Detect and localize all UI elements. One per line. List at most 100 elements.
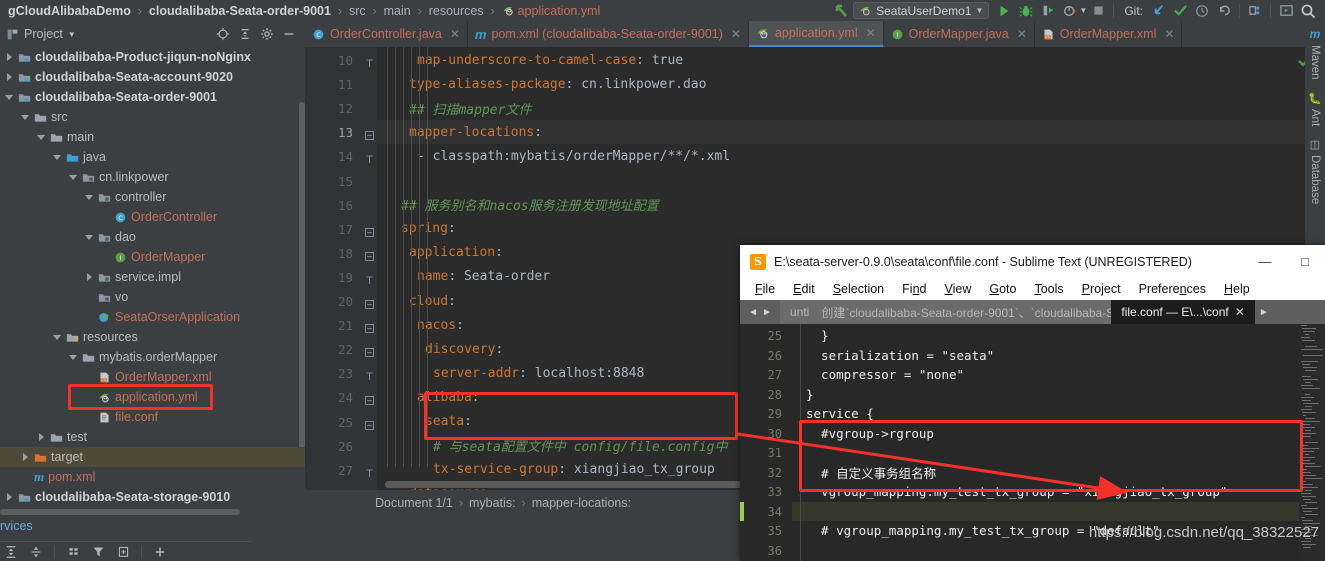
tree-node-main[interactable]: main bbox=[0, 127, 305, 147]
disclosure-triangle-icon[interactable] bbox=[20, 112, 30, 122]
tree-node-file-conf[interactable]: file.conf bbox=[0, 407, 305, 427]
rollback-icon[interactable] bbox=[1213, 0, 1235, 21]
commit-icon[interactable] bbox=[1169, 0, 1191, 21]
maximize-button[interactable]: □ bbox=[1285, 245, 1325, 278]
code-fold-marker[interactable] bbox=[365, 248, 374, 261]
code-fold-marker[interactable] bbox=[365, 151, 374, 164]
close-icon[interactable]: ✕ bbox=[1017, 27, 1027, 41]
code-fold-marker[interactable] bbox=[365, 368, 374, 381]
breadcrumb-item-file[interactable]: application.yml bbox=[500, 4, 603, 18]
terminal-icon[interactable] bbox=[1275, 0, 1297, 21]
hide-panel-icon[interactable] bbox=[279, 24, 299, 44]
tree-node-mybatis-ordermapper[interactable]: mybatis.orderMapper bbox=[0, 347, 305, 367]
sublime-code-line[interactable]: #vgroup->rgroup bbox=[806, 424, 934, 444]
code-line[interactable]: map-underscore-to-camel-case: true bbox=[417, 48, 683, 72]
menu-item-edit[interactable]: Edit bbox=[784, 282, 824, 296]
disclosure-triangle-icon[interactable] bbox=[84, 232, 94, 242]
code-fold-marker[interactable] bbox=[365, 272, 374, 284]
code-line[interactable]: name: Seata-order bbox=[417, 265, 550, 289]
tree-node-ordermapper-xml[interactable]: <> OrderMapper.xml bbox=[0, 367, 305, 387]
settings-gear-icon[interactable] bbox=[257, 24, 277, 44]
breadcrumb-item-main[interactable]: main bbox=[382, 4, 413, 18]
tree-node-src[interactable]: src bbox=[0, 107, 305, 127]
close-icon[interactable]: ✕ bbox=[450, 27, 460, 41]
sublime-tab-file-conf[interactable]: file.conf — E\...\conf ✕ bbox=[1111, 300, 1255, 324]
breadcrumb-item-resources[interactable]: resources bbox=[427, 4, 486, 18]
menu-item-goto[interactable]: Goto bbox=[980, 282, 1025, 296]
code-fold-marker[interactable] bbox=[365, 320, 374, 334]
tree-node-ordercontroller[interactable]: C OrderController bbox=[0, 207, 305, 227]
code-line[interactable]: # 与seata配置文件中 config/file.config中 bbox=[433, 434, 728, 458]
code-line[interactable]: application: bbox=[409, 241, 503, 265]
menu-item-file[interactable]: File bbox=[746, 282, 784, 296]
disclosure-triangle-icon[interactable] bbox=[36, 432, 46, 442]
breadcrumb-mybatis[interactable]: mybatis: bbox=[469, 496, 516, 510]
disclosure-triangle-icon[interactable] bbox=[84, 292, 94, 302]
code-line[interactable]: nacos: bbox=[417, 313, 464, 337]
tree-node-dao[interactable]: dao bbox=[0, 227, 305, 247]
run-icon[interactable] bbox=[993, 0, 1015, 21]
breadcrumb-item-module[interactable]: cloudalibaba-Seata-order-9001 bbox=[147, 4, 333, 18]
disclosure-triangle-icon[interactable] bbox=[68, 352, 78, 362]
disclosure-triangle-icon[interactable] bbox=[4, 92, 14, 102]
disclosure-triangle-icon[interactable] bbox=[68, 172, 78, 182]
code-line[interactable]: mapper-locations: bbox=[409, 120, 542, 144]
project-panel-title[interactable]: Project bbox=[24, 27, 63, 41]
menu-item-tools[interactable]: Tools bbox=[1025, 282, 1072, 296]
sublime-tab-notes[interactable]: 创建`cloudalibaba-Seata-order-9001`、`cloud… bbox=[811, 300, 1112, 324]
code-fold-marker[interactable] bbox=[365, 465, 374, 477]
menu-item-selection[interactable]: Selection bbox=[824, 282, 893, 296]
disclosure-triangle-icon[interactable] bbox=[84, 192, 94, 202]
disclosure-triangle-icon[interactable] bbox=[20, 452, 30, 462]
tool-button-maven[interactable]: m Maven bbox=[1307, 21, 1323, 86]
structure-icon[interactable] bbox=[1244, 0, 1266, 21]
close-icon[interactable]: ✕ bbox=[866, 26, 876, 40]
code-line[interactable]: ## 服务别名和nacos服务注册发现地址配置 bbox=[401, 193, 659, 217]
code-line[interactable]: - classpath:mybatis/orderMapper/**/*.xml bbox=[417, 144, 730, 168]
tab-overflow-arrow[interactable]: ► bbox=[1255, 300, 1273, 324]
code-line[interactable]: discovery: bbox=[425, 337, 503, 361]
sublime-code-line[interactable]: service { bbox=[806, 404, 874, 424]
close-icon[interactable]: ✕ bbox=[1164, 27, 1174, 41]
code-line[interactable]: seata: bbox=[425, 410, 472, 434]
code-line[interactable]: tx-service-group: xiangjiao_tx_group bbox=[433, 458, 715, 482]
disclosure-triangle-icon[interactable] bbox=[84, 272, 94, 282]
filter-icon[interactable] bbox=[87, 542, 109, 561]
sublime-code-line[interactable]: vgroup_mapping.my_test_tx_group = "xiang… bbox=[806, 482, 1227, 502]
chevron-left-icon[interactable]: ◄ bbox=[748, 307, 758, 318]
tool-button-ant[interactable]: 🐛 Ant bbox=[1306, 86, 1324, 132]
tool-button-database[interactable]: ◫ Database bbox=[1307, 132, 1323, 210]
disclosure-triangle-icon[interactable] bbox=[52, 152, 62, 162]
locate-icon[interactable] bbox=[213, 24, 233, 44]
disclosure-triangle-icon[interactable] bbox=[4, 492, 14, 502]
disclosure-triangle-icon[interactable] bbox=[84, 312, 94, 322]
close-icon[interactable]: ✕ bbox=[731, 27, 741, 41]
debug-icon[interactable] bbox=[1015, 0, 1037, 21]
sublime-code-line[interactable]: serialization = "seata" bbox=[806, 346, 994, 366]
tree-node-seataorserapplication[interactable]: SeataOrserApplication bbox=[0, 307, 305, 327]
tree-node-cloudalibaba-seata-order-9001[interactable]: cloudalibaba-Seata-order-9001 bbox=[0, 87, 305, 107]
menu-item-preferences[interactable]: Preferences bbox=[1130, 282, 1215, 296]
tree-node-pom-xml[interactable]: m pom.xml bbox=[0, 467, 305, 487]
code-line[interactable]: type-aliases-package: cn.linkpower.dao bbox=[409, 72, 706, 96]
tree-node-java[interactable]: java bbox=[0, 147, 305, 167]
search-everywhere-icon[interactable] bbox=[1297, 0, 1319, 21]
tab-application-yml[interactable]: application.yml ✕ bbox=[748, 21, 884, 47]
expand-all-icon[interactable] bbox=[0, 542, 22, 561]
tab-pom-xml[interactable]: m pom.xml (cloudalibaba-Seata-order-9001… bbox=[468, 21, 749, 47]
sublime-tab-untitled[interactable]: unti bbox=[780, 300, 812, 324]
disclosure-triangle-icon[interactable] bbox=[84, 372, 94, 382]
tree-node-cloudalibaba-seata-storage-9010[interactable]: cloudalibaba-Seata-storage-9010 bbox=[0, 487, 305, 507]
menu-item-help[interactable]: Help bbox=[1215, 282, 1259, 296]
tree-node-cn-linkpower[interactable]: cn.linkpower bbox=[0, 167, 305, 187]
chevron-right-icon[interactable]: ► bbox=[1259, 307, 1269, 318]
code-fold-marker[interactable] bbox=[365, 127, 374, 141]
disclosure-triangle-icon[interactable] bbox=[20, 472, 30, 482]
tree-node-ordermapper[interactable]: I OrderMapper bbox=[0, 247, 305, 267]
code-fold-marker[interactable] bbox=[365, 392, 374, 406]
disclosure-triangle-icon[interactable] bbox=[4, 72, 14, 82]
run-with-coverage-icon[interactable] bbox=[1037, 0, 1059, 21]
minimize-button[interactable]: — bbox=[1245, 245, 1285, 278]
tab-order-mapper-java[interactable]: I OrderMapper.java ✕ bbox=[884, 21, 1035, 47]
back-arrow-icon[interactable] bbox=[831, 0, 853, 21]
